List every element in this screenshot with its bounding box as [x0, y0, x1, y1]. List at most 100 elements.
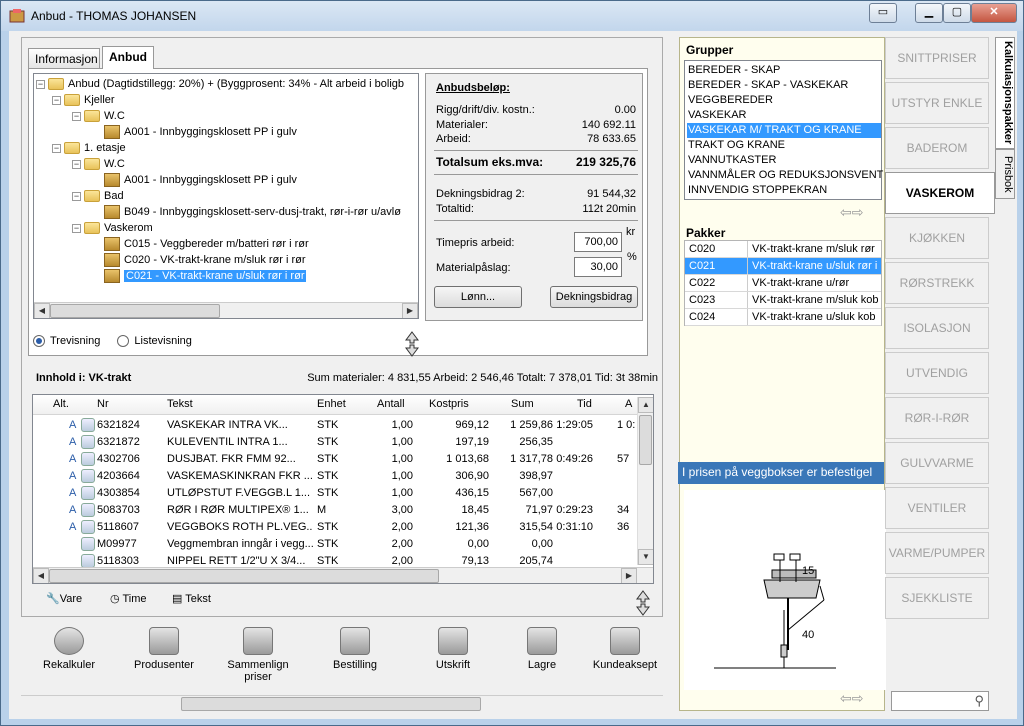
group-item[interactable]: TRAKT OG KRANE: [687, 138, 881, 153]
table-vertical-scrollbar[interactable]: ▲ ▼: [637, 397, 653, 565]
table-row[interactable]: A 6321872 KULEVENTIL INTRA 1... STK 1,00 197,…: [33, 434, 637, 451]
package-row[interactable]: C020 VK-trakt-krane m/sluk rør: [685, 241, 881, 258]
bottom-horizontal-scrollbar[interactable]: [21, 695, 663, 711]
category-button[interactable]: GULVVARME: [885, 442, 989, 484]
tree-node-vaskerom[interactable]: − Vaskerom: [72, 220, 153, 236]
category-button[interactable]: RØR-I-RØR: [885, 397, 989, 439]
tab-informasjon[interactable]: Informasjon: [28, 48, 100, 68]
column-header[interactable]: Sum: [511, 398, 534, 410]
tree-node-kjeller[interactable]: − Kjeller: [52, 92, 115, 108]
search-icon[interactable]: ⚲: [974, 693, 984, 709]
group-item[interactable]: VASKEKAR M/ TRAKT OG KRANE: [687, 123, 881, 138]
column-header[interactable]: Enhet: [317, 398, 346, 410]
category-button[interactable]: UTVENDIG: [885, 352, 989, 394]
category-button[interactable]: SNITTPRISER: [885, 37, 989, 79]
column-header[interactable]: Antall: [377, 398, 405, 410]
table-row[interactable]: A 4203664 VASKEMASKINKRAN FKR ... STK 1,00 30…: [33, 468, 637, 485]
produsenter-button[interactable]: Produsenter: [129, 627, 199, 671]
tree-node-root[interactable]: − Anbud (Dagtidstillegg: 20%) + (Byggpros…: [36, 76, 404, 92]
column-header[interactable]: Alt.: [53, 398, 69, 410]
tree-node-1-etasje[interactable]: −1. etasje: [52, 140, 126, 156]
side-tab-kalkulasjonspakker[interactable]: Kalkulasjonspakker: [995, 37, 1015, 149]
category-button[interactable]: BADEROM: [885, 127, 989, 169]
group-item[interactable]: VASKEKAR: [687, 108, 881, 123]
next-arrow-icon[interactable]: ⇨: [852, 204, 864, 220]
maximize-button[interactable]: ▢: [943, 3, 971, 23]
category-button[interactable]: RØRSTREKK: [885, 262, 989, 304]
timepris-input[interactable]: 700,00: [574, 232, 622, 252]
lonn-button[interactable]: Lønn...: [434, 286, 522, 308]
tree-node-package[interactable]: A001 - Innbyggingsklosett PP i gulv: [104, 172, 297, 188]
category-button[interactable]: KJØKKEN: [885, 217, 989, 259]
category-button[interactable]: VASKEROM: [885, 172, 995, 214]
scroll-right-icon[interactable]: ▶: [402, 303, 418, 318]
search-input[interactable]: ⚲: [891, 691, 989, 711]
previous-arrow-icon[interactable]: ⇦: [840, 204, 852, 220]
materialpaslag-input[interactable]: 30,00: [574, 257, 622, 277]
kundeaksept-button[interactable]: Kundeaksept: [591, 627, 659, 671]
minimize-button[interactable]: ▁: [915, 3, 943, 23]
sammenlign-priser-button[interactable]: Sammenlign priser: [221, 627, 295, 683]
table-row[interactable]: A 5083703 RØR I RØR MULTIPEX® 1... M 3,00 18,…: [33, 502, 637, 519]
trevisning-radio[interactable]: Trevisning: [33, 335, 100, 348]
group-item[interactable]: BEREDER - SKAP: [687, 63, 881, 78]
listevisning-radio[interactable]: Listevisning: [117, 335, 192, 348]
tree-node-package[interactable]: A001 - Innbyggingsklosett PP i gulv: [104, 124, 297, 140]
package-row[interactable]: C022 VK-trakt-krane u/rør: [685, 275, 881, 292]
scroll-up-icon[interactable]: ▲: [638, 397, 653, 413]
next-arrow-icon[interactable]: ⇨: [852, 690, 864, 706]
package-row[interactable]: C023 VK-trakt-krane m/sluk kob: [685, 292, 881, 309]
category-button[interactable]: VARME/PUMPER: [885, 532, 989, 574]
tree-node-package[interactable]: B049 - Innbyggingsklosett-serv-dusj-trak…: [104, 204, 401, 220]
tree-node-package[interactable]: C015 - Veggbereder m/batteri rør i rør: [104, 236, 309, 252]
scroll-right-icon[interactable]: ▶: [621, 568, 637, 583]
scroll-left-icon[interactable]: ◀: [34, 303, 50, 318]
move-up-down-icon[interactable]: [636, 590, 650, 616]
lagre-button[interactable]: Lagre: [517, 627, 567, 671]
dekningsbidrag-button[interactable]: Dekningsbidrag: [550, 286, 638, 308]
group-item[interactable]: BEREDER - SKAP - VASKEKAR: [687, 78, 881, 93]
project-tree[interactable]: − Anbud (Dagtidstillegg: 20%) + (Byggpros…: [33, 73, 419, 319]
side-tab-prisbok[interactable]: Prisbok: [995, 149, 1015, 199]
scroll-thumb[interactable]: [50, 304, 220, 318]
category-button[interactable]: VENTILER: [885, 487, 989, 529]
tree-node-wc[interactable]: − W.C: [72, 156, 125, 172]
group-item[interactable]: VANNMÅLER OG REDUKSJONSVENT: [687, 168, 883, 183]
tree-node-package[interactable]: C020 - VK-trakt-krane m/sluk rør i rør: [104, 252, 306, 268]
scroll-down-icon[interactable]: ▼: [638, 549, 653, 565]
previous-arrow-icon[interactable]: ⇦: [840, 690, 852, 706]
column-header[interactable]: Tekst: [167, 398, 193, 410]
category-button[interactable]: ISOLASJON: [885, 307, 989, 349]
table-row[interactable]: A 4302706 DUSJBAT. FKR FMM 92... STK 1,00 1 0…: [33, 451, 637, 468]
table-row[interactable]: A 6321824 VASKEKAR INTRA VK... STK 1,00 969,1…: [33, 417, 637, 434]
category-button[interactable]: SJEKKLISTE: [885, 577, 989, 619]
tree-node-wc[interactable]: − W.C: [72, 108, 125, 124]
tree-horizontal-scrollbar[interactable]: ◀ ▶: [34, 302, 418, 318]
table-row[interactable]: A 5118607 VEGGBOKS ROTH PL.VEG... STK 2,00 12…: [33, 519, 637, 536]
close-button[interactable]: ✕: [971, 3, 1017, 23]
column-header[interactable]: Kostpris: [429, 398, 469, 410]
move-up-down-icon[interactable]: [405, 331, 419, 357]
group-item[interactable]: INNVENDIG STOPPEKRAN: [687, 183, 881, 198]
scroll-thumb[interactable]: [181, 697, 481, 711]
bestilling-button[interactable]: Bestilling: [325, 627, 385, 671]
column-header[interactable]: Tid: [577, 398, 592, 410]
tree-node-bad[interactable]: − Bad: [72, 188, 124, 204]
scroll-thumb[interactable]: [639, 415, 652, 465]
group-item[interactable]: VEGGBEREDER: [687, 93, 881, 108]
scroll-left-icon[interactable]: ◀: [33, 568, 49, 583]
utskrift-button[interactable]: Utskrift: [425, 627, 481, 671]
groups-list[interactable]: BEREDER - SKAP BEREDER - SKAP - VASKEKAR V…: [684, 60, 883, 200]
package-row[interactable]: C021 VK-trakt-krane u/sluk rør i: [685, 258, 881, 275]
tree-node-package-selected[interactable]: C021 - VK-trakt-krane u/sluk rør i rør: [104, 268, 307, 284]
table-horizontal-scrollbar[interactable]: ◀ ▶: [33, 567, 653, 583]
group-item[interactable]: VANNUTKASTER: [687, 153, 881, 168]
restore-layout-button[interactable]: ▭: [869, 3, 897, 23]
column-header[interactable]: A: [625, 398, 632, 410]
scroll-thumb[interactable]: [49, 569, 439, 583]
rekalkuler-button[interactable]: Rekalkuler: [39, 627, 99, 671]
tab-anbud[interactable]: Anbud: [102, 46, 154, 69]
column-header[interactable]: Nr: [97, 398, 109, 410]
table-row[interactable]: M09977 Veggmembran inngår i vegg... STK 2,0…: [33, 536, 637, 553]
table-row[interactable]: A 4303854 UTLØPSTUT F.VEGGB.L 1... STK 1,00 4…: [33, 485, 637, 502]
